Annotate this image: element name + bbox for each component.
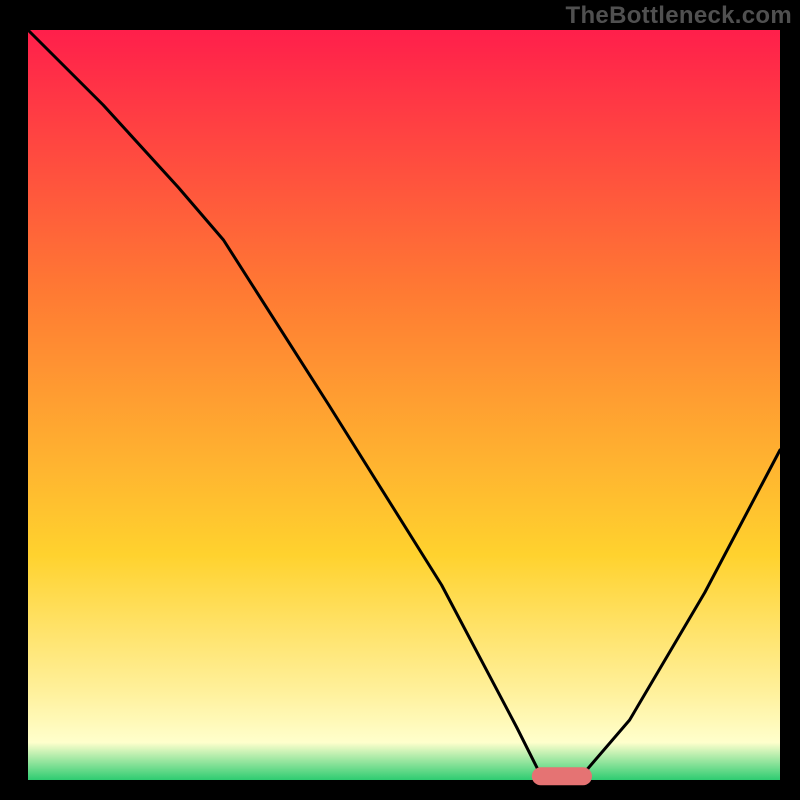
plot-background-gradient bbox=[28, 30, 780, 780]
optimum-marker bbox=[532, 767, 592, 785]
bottleneck-chart bbox=[0, 0, 800, 800]
